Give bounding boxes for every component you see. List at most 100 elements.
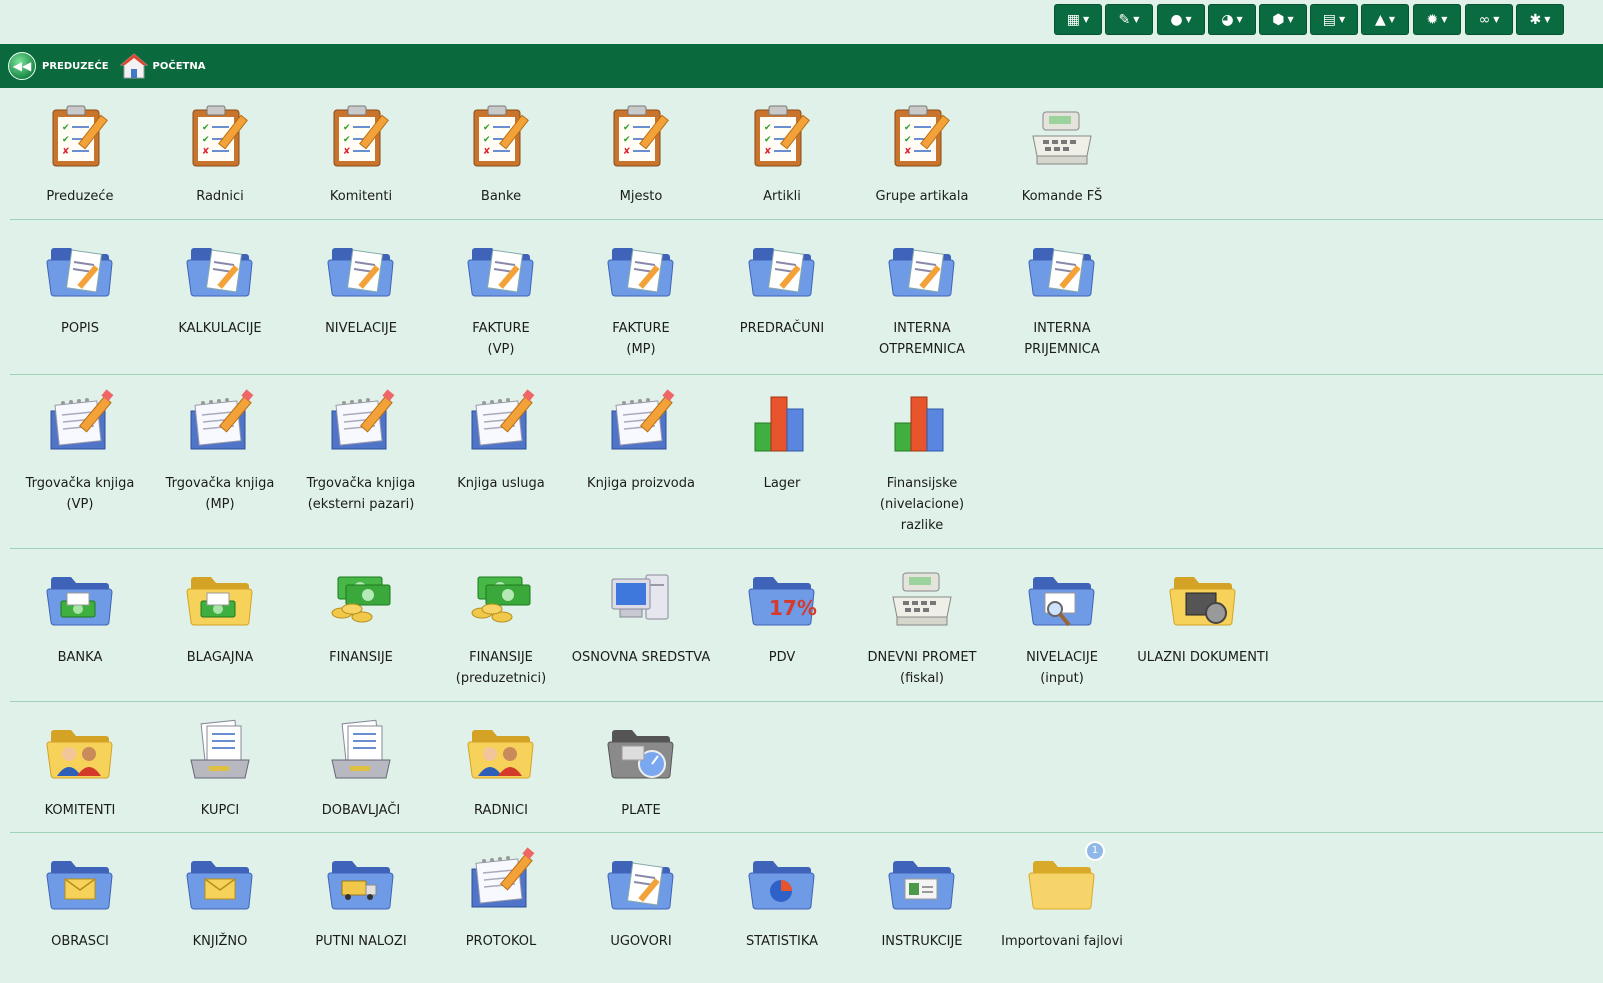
svg-text:✔: ✔ [62, 123, 70, 133]
user-icon: ● [1170, 11, 1183, 28]
module-protokol[interactable]: PROTOKOL [429, 847, 573, 952]
module-label: PLATE [621, 803, 661, 818]
svg-text:✘: ✘ [202, 147, 210, 157]
pie-chart-icon: ◕ [1221, 11, 1234, 28]
clipboard-checklist-icon: ✔ ✔ ✘ [747, 102, 817, 172]
bar-chart-icon [747, 389, 817, 459]
module-trgovacka-knjiga-vp[interactable]: Trgovačka knjiga (VP) [8, 389, 152, 515]
module-trgovacka-knjiga-mp[interactable]: Trgovačka knjiga (MP) [148, 389, 292, 515]
folder-document-icon [185, 234, 255, 304]
svg-text:✔: ✔ [483, 123, 491, 133]
module-fakture-mp[interactable]: FAKTURE (MP) [569, 234, 713, 360]
caret-down-icon: ▼ [1544, 15, 1551, 24]
module-radnici[interactable]: ✔ ✔ ✘ Radnici [148, 102, 292, 207]
back-button[interactable]: ◀◀ PREDUZEĆE [8, 52, 109, 80]
caret-down-icon: ▼ [1236, 15, 1243, 24]
module-label: INSTRUKCIJE [881, 934, 963, 949]
chart-menu-button[interactable]: ◕ ▼ [1208, 4, 1256, 35]
notebook-pencil-icon [606, 389, 676, 459]
module-popis[interactable]: POPIS [8, 234, 152, 339]
folder-document-icon [1027, 234, 1097, 304]
module-knjiga-proizvoda[interactable]: Knjiga proizvoda [569, 389, 713, 494]
module-komande-fs[interactable]: Komande FŠ [990, 102, 1134, 207]
module-finansijske-nivelacione-razlike[interactable]: Finansijske (nivelacione) razlike [850, 389, 994, 536]
svg-text:✘: ✘ [483, 147, 491, 157]
folder-document-icon [466, 234, 536, 304]
settings-menu-button[interactable]: ✹ ▼ [1413, 4, 1461, 35]
module-dobavljaci[interactable]: DOBAVLJAČI [289, 716, 433, 821]
link-menu-button[interactable]: ∞ ▼ [1465, 4, 1513, 35]
folder-id-icon [887, 847, 957, 917]
module-interna-otpremnica[interactable]: INTERNA OTPREMNICA [850, 234, 994, 360]
module-label: KOMITENTI [44, 803, 116, 818]
module-label: ULAZNI DOKUMENTI [1137, 650, 1269, 665]
module-knjiga-usluga[interactable]: Knjiga usluga [429, 389, 573, 494]
calculator-menu-button[interactable]: ▦ ▼ [1054, 4, 1102, 35]
module-nivelacije-input[interactable]: NIVELACIJE (input) [990, 563, 1134, 689]
edit-menu-button[interactable]: ✎ ▼ [1105, 4, 1153, 35]
svg-text:✘: ✘ [764, 147, 772, 157]
module-pdv[interactable]: 17% PDV [710, 563, 854, 668]
folder-mail-icon [45, 847, 115, 917]
module-ulazni-dokumenti[interactable]: ULAZNI DOKUMENTI [1131, 563, 1275, 668]
module-blagajna[interactable]: BLAGAJNA [148, 563, 292, 668]
svg-text:✘: ✘ [62, 147, 70, 157]
module-instrukcije[interactable]: INSTRUKCIJE [850, 847, 994, 952]
module-kalkulacije[interactable]: KALKULACIJE [148, 234, 292, 339]
module-trgovacka-knjiga-eksterni-pazari[interactable]: Trgovačka knjiga (eksterni pazari) [289, 389, 433, 515]
module-obrasci[interactable]: OBRASCI [8, 847, 152, 952]
folder-document-icon [606, 234, 676, 304]
module-label: BANKA [57, 650, 103, 665]
module-lager[interactable]: Lager [710, 389, 854, 494]
double-chevron-left-icon: ◀◀ [8, 52, 36, 80]
bar-chart-icon [887, 389, 957, 459]
caret-down-icon: ▼ [1083, 15, 1090, 24]
module-banke[interactable]: ✔ ✔ ✘ Banke [429, 102, 573, 207]
svg-text:✔: ✔ [764, 123, 772, 133]
caret-down-icon: ▼ [1339, 15, 1346, 24]
module-importovani-fajlovi[interactable]: 1 Importovani fajlovi [990, 841, 1134, 952]
module-nivelacije[interactable]: NIVELACIJE [289, 234, 433, 339]
module-preduzece[interactable]: ✔ ✔ ✘ Preduzeće [8, 102, 152, 207]
module-interna-prijemnica[interactable]: INTERNA PRIJEMNICA [990, 234, 1134, 360]
module-osnovna-sredstva[interactable]: OSNOVNA SREDSTVA [569, 563, 713, 668]
svg-text:✔: ✔ [623, 135, 631, 145]
module-komitenti[interactable]: KOMITENTI [8, 716, 152, 821]
module-artikli[interactable]: ✔ ✔ ✘ Artikli [710, 102, 854, 207]
module-knjizno[interactable]: KNJIŽNO [148, 847, 292, 952]
module-putni-nalozi[interactable]: PUTNI NALOZI [289, 847, 433, 952]
warning-menu-button[interactable]: ▲ ▼ [1361, 4, 1409, 35]
module-label: POPIS [61, 321, 99, 336]
module-plate[interactable]: PLATE [569, 716, 713, 821]
module-dnevni-promet-fiskal[interactable]: DNEVNI PROMET (fiskal) [850, 563, 994, 689]
asterisk-menu-button[interactable]: ✱ ▼ [1516, 4, 1564, 35]
module-mjesto[interactable]: ✔ ✔ ✘ Mjesto [569, 102, 713, 207]
folder-search-icon [1027, 563, 1097, 633]
book-menu-button[interactable]: ▤ ▼ [1310, 4, 1358, 35]
home-button[interactable]: POČETNA [119, 51, 205, 81]
module-ugovori[interactable]: UGOVORI [569, 847, 713, 952]
module-row: OBRASCI KNJIŽNO PUTNI NALOZI PROTOKOL UG… [10, 833, 1603, 983]
svg-text:✔: ✔ [343, 123, 351, 133]
module-label: DOBAVLJAČI [321, 803, 401, 818]
home-icon [119, 51, 149, 81]
module-finansije[interactable]: FINANSIJE [289, 563, 433, 668]
module-fakture-vp[interactable]: FAKTURE (VP) [429, 234, 573, 360]
module-grupe-artikala[interactable]: ✔ ✔ ✘ Grupe artikala [850, 102, 994, 207]
module-kupci[interactable]: KUPCI [148, 716, 292, 821]
module-statistika[interactable]: STATISTIKA [710, 847, 854, 952]
svg-text:✔: ✔ [62, 135, 70, 145]
module-radnici[interactable]: RADNICI [429, 716, 573, 821]
module-finansije-preduzetnici[interactable]: FINANSIJE (preduzetnici) [429, 563, 573, 689]
folder-document-icon [326, 234, 396, 304]
module-label: INTERNA OTPREMNICA [878, 321, 965, 357]
module-predracuni[interactable]: PREDRAČUNI [710, 234, 854, 339]
link-icon: ∞ [1478, 11, 1491, 28]
user-menu-button[interactable]: ● ▼ [1157, 4, 1205, 35]
module-banka[interactable]: BANKA [8, 563, 152, 668]
svg-text:✘: ✘ [623, 147, 631, 157]
package-menu-button[interactable]: ⬢ ▼ [1259, 4, 1307, 35]
warning-icon: ▲ [1375, 11, 1386, 28]
module-komitenti[interactable]: ✔ ✔ ✘ Komitenti [289, 102, 433, 207]
caret-down-icon: ▼ [1388, 15, 1395, 24]
